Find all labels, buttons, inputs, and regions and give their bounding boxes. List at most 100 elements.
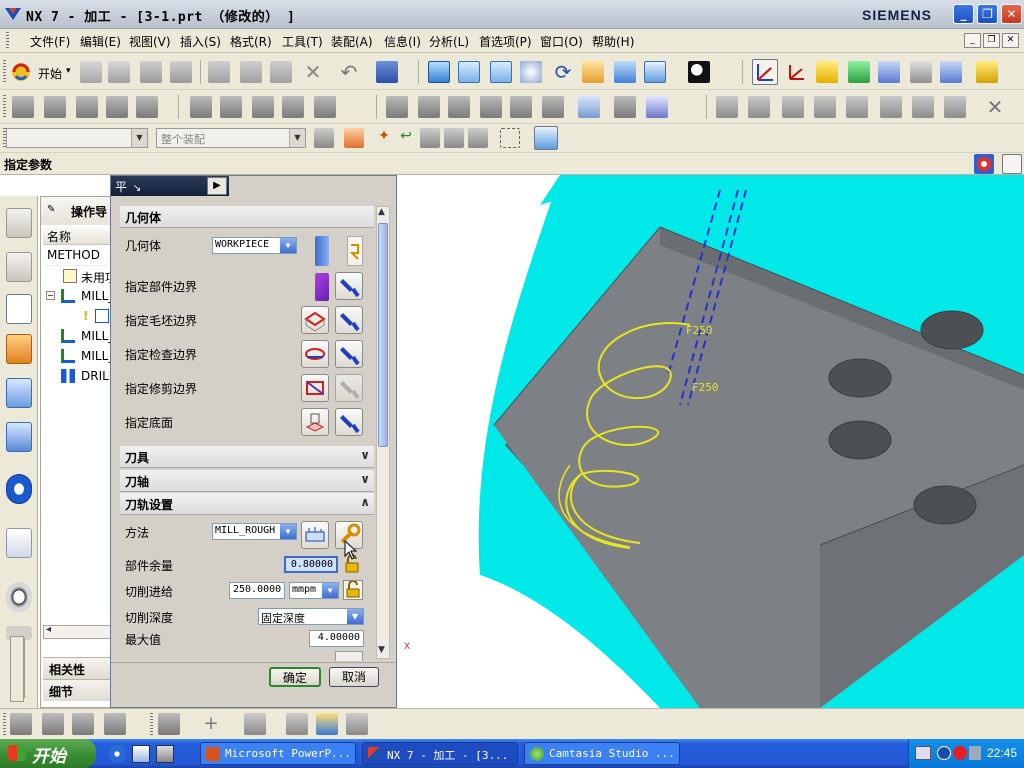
verify-toolpath-icon[interactable] [252,96,274,118]
nav-row-unused[interactable]: 未用项 [43,267,117,287]
check-boundary-button[interactable] [301,340,329,368]
history-palette-tab[interactable] [6,582,32,612]
bottom-tool-3-icon[interactable] [72,713,94,735]
feeds-speeds-icon[interactable] [510,96,532,118]
pan-icon[interactable] [582,61,604,83]
intersection-icon[interactable] [444,128,464,148]
menu-window[interactable]: 窗口(O) [540,33,583,50]
machine-navigator-tab[interactable] [6,334,32,364]
full-screen-icon[interactable] [1002,154,1022,174]
report-icon[interactable] [646,96,668,118]
display-trim-boundary-button[interactable] [335,374,363,402]
cut-icon[interactable] [208,61,230,83]
undo-icon[interactable]: ↶ [338,61,360,83]
dialog-scrollbar[interactable]: ▲ ▼ [376,206,390,659]
edit-geometry-icon[interactable] [347,236,363,266]
curve-icon[interactable] [244,713,266,735]
menu-tools[interactable]: 工具(T) [282,33,323,50]
post-process-icon[interactable] [314,96,336,118]
paste-icon[interactable] [270,61,292,83]
details-panel[interactable]: 细节 [43,679,111,701]
generate-toolpath-icon[interactable] [190,96,212,118]
fit-view-icon[interactable] [428,61,450,83]
menu-info[interactable]: 信息(I) [384,33,421,50]
machining-method-view-icon[interactable] [106,96,128,118]
tool-axis-section-header[interactable]: 刀轴 ∨ [120,470,374,492]
doc-restore-button[interactable]: ❐ [983,33,1000,48]
media-quicklaunch-icon[interactable] [156,745,174,763]
bottom-tool-1-icon[interactable] [10,713,32,735]
ie-quicklaunch-icon[interactable] [108,745,126,763]
nav-horizontal-scrollbar[interactable]: ◂ [43,624,111,639]
create-geometry-icon[interactable] [878,61,900,83]
reuse-library-tab[interactable] [6,378,32,408]
bottom-tool-4-icon[interactable] [104,713,126,735]
edit-object-icon[interactable] [716,96,738,118]
open-file-icon[interactable] [108,61,130,83]
cut-feed-input[interactable]: 250.0000 [229,582,285,599]
arc-center-icon[interactable] [468,128,488,148]
csys-icon[interactable] [786,61,808,83]
new-file-icon[interactable] [80,61,102,83]
constraint-navigator-tab[interactable] [6,252,32,282]
rotate-icon[interactable]: ⟳ [552,61,574,83]
nav-row-drill[interactable]: DRILL [43,367,116,387]
dependencies-panel[interactable]: 相关性 [43,657,111,679]
delete-icon[interactable]: ✕ [302,61,324,83]
start-menu-button[interactable]: 开始 ▾ [10,61,72,83]
column-header-name[interactable]: 名称 [43,227,111,245]
trim-boundary-button[interactable] [301,374,329,402]
dialog-scroll-thumb[interactable] [378,223,388,447]
wcs-icon[interactable] [752,59,778,85]
feed-lock-icon[interactable] [343,580,363,600]
bottom-tool-5-icon[interactable] [158,713,180,735]
info-tab-icon[interactable] [6,474,32,504]
toolpath-transform-icon[interactable] [418,96,440,118]
display-floor-button[interactable] [335,408,363,436]
snap-point-icon[interactable] [344,128,364,148]
hd3d-tools-tab[interactable] [6,422,32,452]
tool-path-edit-icon[interactable] [542,96,564,118]
flag-icon[interactable] [578,96,600,118]
geometry-view-icon[interactable] [76,96,98,118]
midpoint-icon[interactable]: ↩ [396,128,416,148]
assembly-navigator-tab[interactable] [6,208,32,238]
zoom-window-icon[interactable] [458,61,480,83]
rename-object-icon[interactable] [846,96,868,118]
nav-row-method[interactable]: METHOD [43,247,111,266]
max-depth-input[interactable]: 4.00000 [309,630,364,647]
nav-row-mill-3[interactable]: MILL_ [43,347,114,367]
cut-object-icon[interactable] [748,96,770,118]
method-select[interactable]: MILL_ROUGH ▼ [212,523,297,540]
menu-edit[interactable]: 编辑(E) [80,33,121,50]
display-check-boundary-button[interactable] [335,340,363,368]
endpoint-icon[interactable]: ✦ [374,128,394,148]
menu-analysis[interactable]: 分析(L) [429,33,469,50]
select-filter-icon[interactable] [910,61,932,83]
nav-row-mill-group[interactable]: − MILL_ [43,287,114,307]
display-mode-icon[interactable] [688,61,710,83]
blank-boundary-button[interactable] [301,306,329,334]
copy-object-icon[interactable] [782,96,804,118]
windows-start-button[interactable]: 开始 [0,739,96,768]
part-boundary-icon[interactable] [315,273,329,301]
menu-insert[interactable]: 插入(S) [180,33,221,50]
info-object-icon[interactable] [944,96,966,118]
delete-object-icon[interactable] [880,96,902,118]
save-icon[interactable] [140,61,162,83]
close-button[interactable]: ✕ [1001,4,1022,24]
magnify-icon[interactable] [520,61,542,83]
properties-icon[interactable] [912,96,934,118]
display-blank-boundary-button[interactable] [335,306,363,334]
scroll-left-icon[interactable]: ◂ [46,624,51,635]
geometry-select[interactable]: WORKPIECE ▼ [212,237,297,254]
volume-tray-icon[interactable] [969,746,981,760]
create-program-icon[interactable] [816,61,838,83]
task-nx7[interactable]: NX 7 - 加工 - [3... [362,742,518,765]
menu-preferences[interactable]: 首选项(P) [479,33,532,50]
display-part-boundary-button[interactable] [335,272,363,300]
geometry-section-header[interactable]: 几何体 [120,206,374,228]
ok-button[interactable]: 确定 [269,667,321,687]
minimize-button[interactable]: _ [953,4,974,24]
bottom-tool-6-icon[interactable] [346,713,368,735]
